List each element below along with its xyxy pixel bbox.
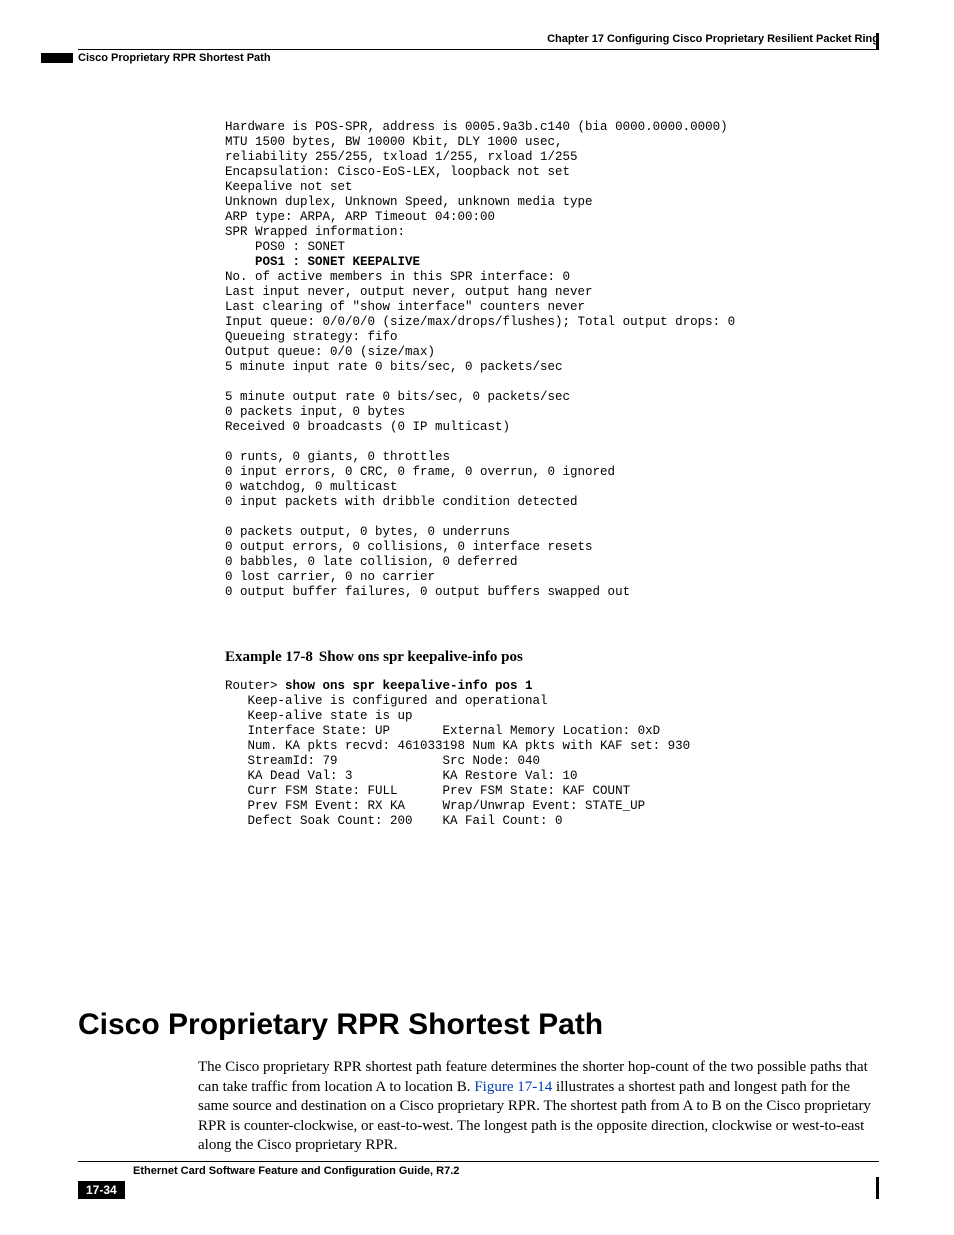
code-line: MTU 1500 bytes, BW 10000 Kbit, DLY 1000 … [225,135,563,149]
header-bar-icon [41,53,73,63]
code-line: Curr FSM State: FULL Prev FSM State: KAF… [225,784,630,798]
code-line: 5 minute output rate 0 bits/sec, 0 packe… [225,390,570,404]
code-line: Prev FSM Event: RX KA Wrap/Unwrap Event:… [225,799,645,813]
code-line: reliability 255/255, txload 1/255, rxloa… [225,150,578,164]
code-line: 0 packets input, 0 bytes [225,405,405,419]
figure-link[interactable]: Figure 17-14 [474,1079,552,1095]
code-line: ARP type: ARPA, ARP Timeout 04:00:00 [225,210,495,224]
code-line: Unknown duplex, Unknown Speed, unknown m… [225,195,593,209]
code-line: 0 packets output, 0 bytes, 0 underruns [225,525,510,539]
footer-rule [78,1161,879,1162]
chapter-header: Chapter 17 Configuring Cisco Proprietary… [547,33,879,45]
code-line: 0 watchdog, 0 multicast [225,480,398,494]
section-paragraph: The Cisco proprietary RPR shortest path … [198,1058,878,1156]
header-rule [78,49,879,50]
code-line-bold: POS1 : SONET KEEPALIVE [225,255,428,269]
code-line: Defect Soak Count: 200 KA Fail Count: 0 [225,814,563,828]
example-title: Example 17-8Show ons spr keepalive-info … [225,650,877,665]
code-line: Input queue: 0/0/0/0 (size/max/drops/flu… [225,315,735,329]
code-line: Last clearing of "show interface" counte… [225,300,585,314]
router-prompt: Router> [225,679,285,693]
code-line: KA Dead Val: 3 KA Restore Val: 10 [225,769,578,783]
router-command: show ons spr keepalive-info pos 1 [285,679,533,693]
code-line: 0 input packets with dribble condition d… [225,495,578,509]
code-line: Keepalive not set [225,180,353,194]
code-line: Num. KA pkts recvd: 461033198 Num KA pkt… [225,739,690,753]
code-line: POS0 : SONET [225,240,353,254]
code-line: Interface State: UP External Memory Loca… [225,724,660,738]
footer-guide: Ethernet Card Software Feature and Confi… [133,1165,459,1177]
code-line: 0 input errors, 0 CRC, 0 frame, 0 overru… [225,465,615,479]
section-header: Cisco Proprietary RPR Shortest Path [78,52,271,64]
section-title: Cisco Proprietary RPR Shortest Path [78,1008,603,1042]
code-line: 0 output buffer failures, 0 output buffe… [225,585,630,599]
code-line: 0 output errors, 0 collisions, 0 interfa… [225,540,593,554]
body-content: Hardware is POS-SPR, address is 0005.9a3… [225,120,877,829]
example-number: Example 17-8 [225,649,319,665]
page-number: 17-34 [78,1181,125,1199]
code-line: Received 0 broadcasts (0 IP multicast) [225,420,510,434]
page: Chapter 17 Configuring Cisco Proprietary… [0,0,954,1235]
code-line: Keep-alive is configured and operational [225,694,548,708]
code-line: Last input never, output never, output h… [225,285,593,299]
code-line: SPR Wrapped information: [225,225,405,239]
code-line: 0 lost carrier, 0 no carrier [225,570,435,584]
code-line: 0 runts, 0 giants, 0 throttles [225,450,450,464]
code-line: Encapsulation: Cisco-EoS-LEX, loopback n… [225,165,570,179]
footer-tick-icon [876,1177,879,1199]
code-line: Output queue: 0/0 (size/max) [225,345,435,359]
example-caption: Show ons spr keepalive-info pos [319,649,523,665]
code-line: Keep-alive state is up [225,709,413,723]
code-line: Hardware is POS-SPR, address is 0005.9a3… [225,120,728,134]
code-line: 5 minute input rate 0 bits/sec, 0 packet… [225,360,563,374]
code-line: StreamId: 79 Src Node: 040 [225,754,540,768]
code-line: Queueing strategy: fifo [225,330,398,344]
code-line: 0 babbles, 0 late collision, 0 deferred [225,555,518,569]
code-line: No. of active members in this SPR interf… [225,270,578,284]
